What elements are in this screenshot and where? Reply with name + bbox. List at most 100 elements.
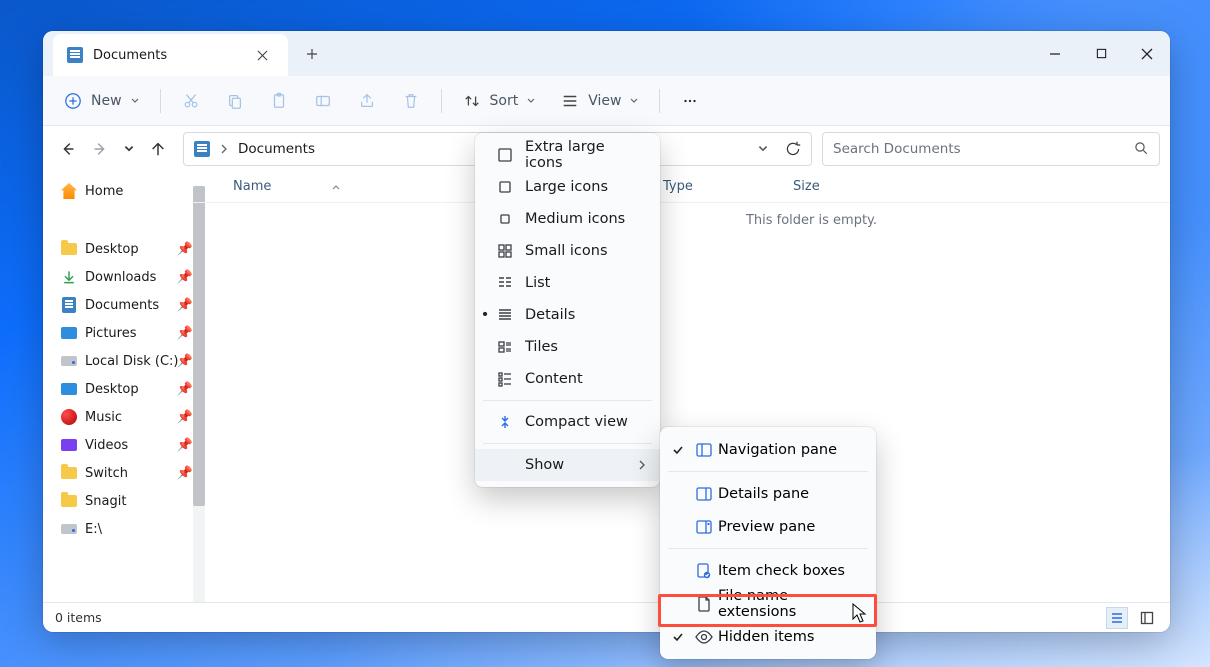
sidebar-item-music[interactable]: Music 📌 (43, 403, 193, 431)
delete-button[interactable] (391, 83, 431, 119)
navigation-pane-icon (694, 443, 714, 457)
eye-icon (694, 630, 714, 644)
details-view-toggle[interactable] (1106, 607, 1128, 629)
sub-item-navigation-pane[interactable]: Navigation pane (660, 433, 876, 466)
thumbnails-view-toggle[interactable] (1136, 607, 1158, 629)
preview-pane-icon (694, 520, 714, 534)
pin-icon: 📌 (177, 326, 193, 341)
paste-icon (269, 91, 289, 111)
chevron-right-icon (638, 460, 646, 470)
empty-folder-text: This folder is empty. (193, 203, 1170, 228)
refresh-button[interactable] (785, 141, 801, 157)
close-window-button[interactable] (1124, 31, 1170, 76)
pin-icon: 📌 (177, 382, 193, 397)
sub-item-preview-pane[interactable]: Preview pane (660, 510, 876, 543)
trash-icon (401, 91, 421, 111)
search-placeholder: Search Documents (833, 141, 961, 157)
menu-item-label: Extra large icons (525, 139, 646, 171)
sub-item-details-pane[interactable]: Details pane (660, 477, 876, 510)
view-button[interactable]: View (550, 83, 649, 119)
sub-item-item-check-boxes[interactable]: Item check boxes (660, 554, 876, 587)
sidebar-item-pictures[interactable]: Pictures📌 (43, 319, 193, 347)
arrow-right-icon (91, 140, 109, 158)
more-button[interactable] (670, 83, 710, 119)
sidebar-item-label: Local Disk (C:) (85, 354, 178, 369)
close-icon (1141, 48, 1153, 60)
status-bar: 0 items (43, 602, 1170, 632)
sidebar-item-label: Music (85, 410, 122, 425)
window-controls (1032, 31, 1170, 76)
toolbar: New Sort View (43, 76, 1170, 126)
new-button[interactable]: New (53, 83, 150, 119)
recent-button[interactable] (123, 143, 135, 155)
sidebar-item-label: Snagit (85, 494, 126, 509)
menu-item-compact-view[interactable]: Compact view (475, 406, 660, 438)
menu-item-show[interactable]: Show (475, 449, 660, 481)
address-dropdown-button[interactable] (757, 143, 769, 155)
tab-close-button[interactable] (248, 41, 276, 69)
chevron-down-icon (757, 143, 769, 155)
chevron-down-icon (629, 96, 639, 106)
sidebar-item-desktop[interactable]: Desktop📌 (43, 235, 193, 263)
sidebar-item-switch[interactable]: Switch📌 (43, 459, 193, 487)
copy-button[interactable] (215, 83, 255, 119)
sidebar-item-label: Desktop (85, 382, 139, 397)
navigation-pane: Home Desktop📌 Downloads📌 Documents📌 Pict… (43, 171, 193, 602)
share-button[interactable] (347, 83, 387, 119)
sidebar-item-label: Downloads (85, 270, 156, 285)
sub-item-label: Navigation pane (718, 442, 837, 458)
sidebar-item-label: E:\ (85, 522, 102, 537)
tab-title: Documents (93, 48, 167, 63)
paste-button[interactable] (259, 83, 299, 119)
new-tab-button[interactable] (292, 31, 332, 76)
sidebar-item-drive-e[interactable]: E:\ (43, 515, 193, 543)
large-icons-icon (495, 179, 515, 195)
rename-button[interactable] (303, 83, 343, 119)
new-plus-icon (63, 91, 83, 111)
sidebar-item-snagit[interactable]: Snagit (43, 487, 193, 515)
sidebar-item-documents[interactable]: Documents📌 (43, 291, 193, 319)
cut-button[interactable] (171, 83, 211, 119)
details-pane-icon (694, 487, 714, 501)
pin-icon: 📌 (177, 298, 193, 313)
pin-icon: 📌 (177, 410, 193, 425)
sidebar-item-home[interactable]: Home (43, 181, 193, 205)
menu-item-label: Details (525, 307, 575, 323)
menu-item-medium-icons[interactable]: Medium icons (475, 203, 660, 235)
sidebar-item-local-disk-c[interactable]: Local Disk (C:)📌 (43, 347, 193, 375)
search-box[interactable]: Search Documents (822, 132, 1160, 166)
menu-item-details[interactable]: •Details (475, 299, 660, 331)
sidebar-item-label: Videos (85, 438, 128, 453)
menu-item-label: Tiles (525, 339, 558, 355)
separator (659, 89, 660, 113)
column-headers: Name Date modified Type Size (193, 171, 1170, 203)
up-button[interactable] (149, 140, 167, 158)
menu-item-tiles[interactable]: Tiles (475, 331, 660, 363)
chevron-down-icon (526, 96, 536, 106)
column-label: Name (233, 179, 271, 194)
chevron-down-icon (123, 143, 135, 155)
menu-item-extra-large-icons[interactable]: Extra large icons (475, 139, 660, 171)
forward-button[interactable] (91, 140, 109, 158)
extra-large-icons-icon (495, 147, 515, 163)
minimize-button[interactable] (1032, 31, 1078, 76)
maximize-button[interactable] (1078, 31, 1124, 76)
menu-item-large-icons[interactable]: Large icons (475, 171, 660, 203)
sidebar-item-downloads[interactable]: Downloads📌 (43, 263, 193, 291)
menu-item-list[interactable]: List (475, 267, 660, 299)
sidebar-item-desktop2[interactable]: Desktop 📌 (43, 375, 193, 403)
sort-button[interactable]: Sort (452, 83, 547, 119)
column-type[interactable]: Type (663, 179, 793, 194)
tab-documents[interactable]: Documents (53, 34, 288, 76)
share-icon (357, 91, 377, 111)
folder-icon (61, 493, 77, 509)
separator (160, 89, 161, 113)
column-size[interactable]: Size (793, 179, 893, 194)
menu-item-small-icons[interactable]: Small icons (475, 235, 660, 267)
sidebar-item-videos[interactable]: Videos📌 (43, 431, 193, 459)
search-icon (1134, 141, 1149, 156)
back-button[interactable] (59, 140, 77, 158)
menu-item-content[interactable]: Content (475, 363, 660, 395)
menu-item-label: Large icons (525, 179, 608, 195)
breadcrumb-current[interactable]: Documents (238, 141, 315, 157)
